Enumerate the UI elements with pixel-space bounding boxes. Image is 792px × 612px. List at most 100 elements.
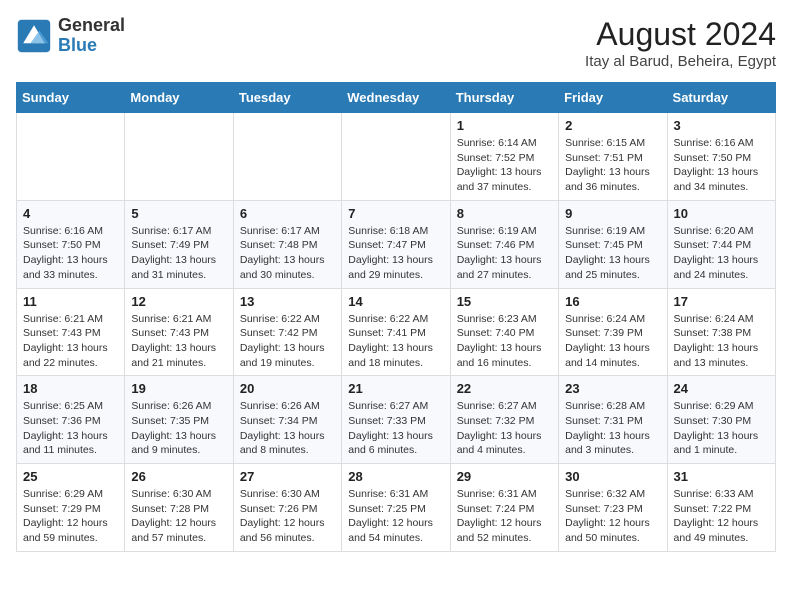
month-year: August 2024 — [585, 16, 776, 53]
calendar-cell: 24 Sunrise: 6:29 AM Sunset: 7:30 PM Dayli… — [667, 376, 775, 464]
day-info: Sunrise: 6:27 AM Sunset: 7:32 PM Dayligh… — [457, 399, 552, 458]
calendar-cell: 21 Sunrise: 6:27 AM Sunset: 7:33 PM Dayli… — [342, 376, 450, 464]
calendar-header: SundayMondayTuesdayWednesdayThursdayFrid… — [17, 83, 776, 113]
day-number: 8 — [457, 206, 552, 221]
day-number: 6 — [240, 206, 335, 221]
calendar-table: SundayMondayTuesdayWednesdayThursdayFrid… — [16, 82, 776, 552]
day-info: Sunrise: 6:31 AM Sunset: 7:25 PM Dayligh… — [348, 487, 443, 546]
day-info: Sunrise: 6:22 AM Sunset: 7:41 PM Dayligh… — [348, 312, 443, 371]
location: Itay al Barud, Beheira, Egypt — [585, 53, 776, 70]
logo-general: General — [58, 15, 125, 35]
day-info: Sunrise: 6:29 AM Sunset: 7:29 PM Dayligh… — [23, 487, 118, 546]
day-number: 22 — [457, 381, 552, 396]
calendar-body: 1 Sunrise: 6:14 AM Sunset: 7:52 PM Daylig… — [17, 113, 776, 552]
day-number: 27 — [240, 469, 335, 484]
day-info: Sunrise: 6:33 AM Sunset: 7:22 PM Dayligh… — [674, 487, 769, 546]
day-number: 1 — [457, 118, 552, 133]
day-number: 11 — [23, 294, 118, 309]
logo-blue: Blue — [58, 35, 97, 55]
day-number: 26 — [131, 469, 226, 484]
day-number: 4 — [23, 206, 118, 221]
day-number: 20 — [240, 381, 335, 396]
calendar-cell: 8 Sunrise: 6:19 AM Sunset: 7:46 PM Daylig… — [450, 200, 558, 288]
day-info: Sunrise: 6:26 AM Sunset: 7:34 PM Dayligh… — [240, 399, 335, 458]
day-number: 2 — [565, 118, 660, 133]
day-info: Sunrise: 6:14 AM Sunset: 7:52 PM Dayligh… — [457, 136, 552, 195]
day-info: Sunrise: 6:24 AM Sunset: 7:38 PM Dayligh… — [674, 312, 769, 371]
calendar-cell: 6 Sunrise: 6:17 AM Sunset: 7:48 PM Daylig… — [233, 200, 341, 288]
calendar-cell: 29 Sunrise: 6:31 AM Sunset: 7:24 PM Dayli… — [450, 464, 558, 552]
day-info: Sunrise: 6:23 AM Sunset: 7:40 PM Dayligh… — [457, 312, 552, 371]
calendar-cell: 20 Sunrise: 6:26 AM Sunset: 7:34 PM Dayli… — [233, 376, 341, 464]
calendar-cell — [125, 113, 233, 201]
day-header-friday: Friday — [559, 83, 667, 113]
day-number: 3 — [674, 118, 769, 133]
calendar-cell: 13 Sunrise: 6:22 AM Sunset: 7:42 PM Dayli… — [233, 288, 341, 376]
logo-icon — [16, 18, 52, 54]
calendar-cell — [17, 113, 125, 201]
calendar-cell: 7Sunrise: 6:18 AM Sunset: 7:47 PM Daylig… — [342, 200, 450, 288]
day-info: Sunrise: 6:31 AM Sunset: 7:24 PM Dayligh… — [457, 487, 552, 546]
day-header-tuesday: Tuesday — [233, 83, 341, 113]
day-number: 18 — [23, 381, 118, 396]
day-info: Sunrise: 6:17 AM Sunset: 7:49 PM Dayligh… — [131, 224, 226, 283]
day-number: 19 — [131, 381, 226, 396]
calendar-cell: 18 Sunrise: 6:25 AM Sunset: 7:36 PM Dayli… — [17, 376, 125, 464]
day-info: Sunrise: 6:22 AM Sunset: 7:42 PM Dayligh… — [240, 312, 335, 371]
calendar-cell: 19Sunrise: 6:26 AM Sunset: 7:35 PM Dayli… — [125, 376, 233, 464]
calendar-cell: 16Sunrise: 6:24 AM Sunset: 7:39 PM Dayli… — [559, 288, 667, 376]
day-info: Sunrise: 6:24 AM Sunset: 7:39 PM Dayligh… — [565, 312, 660, 371]
day-info: Sunrise: 6:30 AM Sunset: 7:26 PM Dayligh… — [240, 487, 335, 546]
calendar-week-4: 18 Sunrise: 6:25 AM Sunset: 7:36 PM Dayli… — [17, 376, 776, 464]
day-number: 21 — [348, 381, 443, 396]
calendar-cell: 26Sunrise: 6:30 AM Sunset: 7:28 PM Dayli… — [125, 464, 233, 552]
day-number: 29 — [457, 469, 552, 484]
day-number: 10 — [674, 206, 769, 221]
day-number: 9 — [565, 206, 660, 221]
day-info: Sunrise: 6:29 AM Sunset: 7:30 PM Dayligh… — [674, 399, 769, 458]
day-info: Sunrise: 6:16 AM Sunset: 7:50 PM Dayligh… — [23, 224, 118, 283]
calendar-cell: 10 Sunrise: 6:20 AM Sunset: 7:44 PM Dayli… — [667, 200, 775, 288]
day-header-monday: Monday — [125, 83, 233, 113]
day-number: 17 — [674, 294, 769, 309]
day-number: 13 — [240, 294, 335, 309]
day-number: 31 — [674, 469, 769, 484]
day-header-row: SundayMondayTuesdayWednesdayThursdayFrid… — [17, 83, 776, 113]
day-number: 24 — [674, 381, 769, 396]
calendar-cell: 4 Sunrise: 6:16 AM Sunset: 7:50 PM Daylig… — [17, 200, 125, 288]
day-info: Sunrise: 6:15 AM Sunset: 7:51 PM Dayligh… — [565, 136, 660, 195]
day-number: 23 — [565, 381, 660, 396]
day-number: 15 — [457, 294, 552, 309]
calendar-cell: 9 Sunrise: 6:19 AM Sunset: 7:45 PM Daylig… — [559, 200, 667, 288]
logo: General Blue — [16, 16, 125, 56]
calendar-cell: 25 Sunrise: 6:29 AM Sunset: 7:29 PM Dayli… — [17, 464, 125, 552]
day-info: Sunrise: 6:19 AM Sunset: 7:45 PM Dayligh… — [565, 224, 660, 283]
day-header-thursday: Thursday — [450, 83, 558, 113]
calendar-cell: 12Sunrise: 6:21 AM Sunset: 7:43 PM Dayli… — [125, 288, 233, 376]
day-header-sunday: Sunday — [17, 83, 125, 113]
day-info: Sunrise: 6:20 AM Sunset: 7:44 PM Dayligh… — [674, 224, 769, 283]
calendar-cell: 30Sunrise: 6:32 AM Sunset: 7:23 PM Dayli… — [559, 464, 667, 552]
day-info: Sunrise: 6:17 AM Sunset: 7:48 PM Dayligh… — [240, 224, 335, 283]
calendar-cell: 23 Sunrise: 6:28 AM Sunset: 7:31 PM Dayli… — [559, 376, 667, 464]
day-info: Sunrise: 6:32 AM Sunset: 7:23 PM Dayligh… — [565, 487, 660, 546]
day-info: Sunrise: 6:16 AM Sunset: 7:50 PM Dayligh… — [674, 136, 769, 195]
calendar-cell: 15 Sunrise: 6:23 AM Sunset: 7:40 PM Dayli… — [450, 288, 558, 376]
calendar-cell: 31 Sunrise: 6:33 AM Sunset: 7:22 PM Dayli… — [667, 464, 775, 552]
day-number: 25 — [23, 469, 118, 484]
calendar-cell — [233, 113, 341, 201]
day-number: 5 — [131, 206, 226, 221]
calendar-week-3: 11 Sunrise: 6:21 AM Sunset: 7:43 PM Dayli… — [17, 288, 776, 376]
calendar-cell: 27 Sunrise: 6:30 AM Sunset: 7:26 PM Dayli… — [233, 464, 341, 552]
day-info: Sunrise: 6:25 AM Sunset: 7:36 PM Dayligh… — [23, 399, 118, 458]
day-info: Sunrise: 6:21 AM Sunset: 7:43 PM Dayligh… — [131, 312, 226, 371]
title-block: August 2024 Itay al Barud, Beheira, Egyp… — [585, 16, 776, 70]
calendar-cell: 28Sunrise: 6:31 AM Sunset: 7:25 PM Dayli… — [342, 464, 450, 552]
day-number: 14 — [348, 294, 443, 309]
calendar-week-2: 4 Sunrise: 6:16 AM Sunset: 7:50 PM Daylig… — [17, 200, 776, 288]
calendar-week-1: 1 Sunrise: 6:14 AM Sunset: 7:52 PM Daylig… — [17, 113, 776, 201]
day-info: Sunrise: 6:28 AM Sunset: 7:31 PM Dayligh… — [565, 399, 660, 458]
day-info: Sunrise: 6:19 AM Sunset: 7:46 PM Dayligh… — [457, 224, 552, 283]
calendar-cell: 14 Sunrise: 6:22 AM Sunset: 7:41 PM Dayli… — [342, 288, 450, 376]
day-info: Sunrise: 6:27 AM Sunset: 7:33 PM Dayligh… — [348, 399, 443, 458]
